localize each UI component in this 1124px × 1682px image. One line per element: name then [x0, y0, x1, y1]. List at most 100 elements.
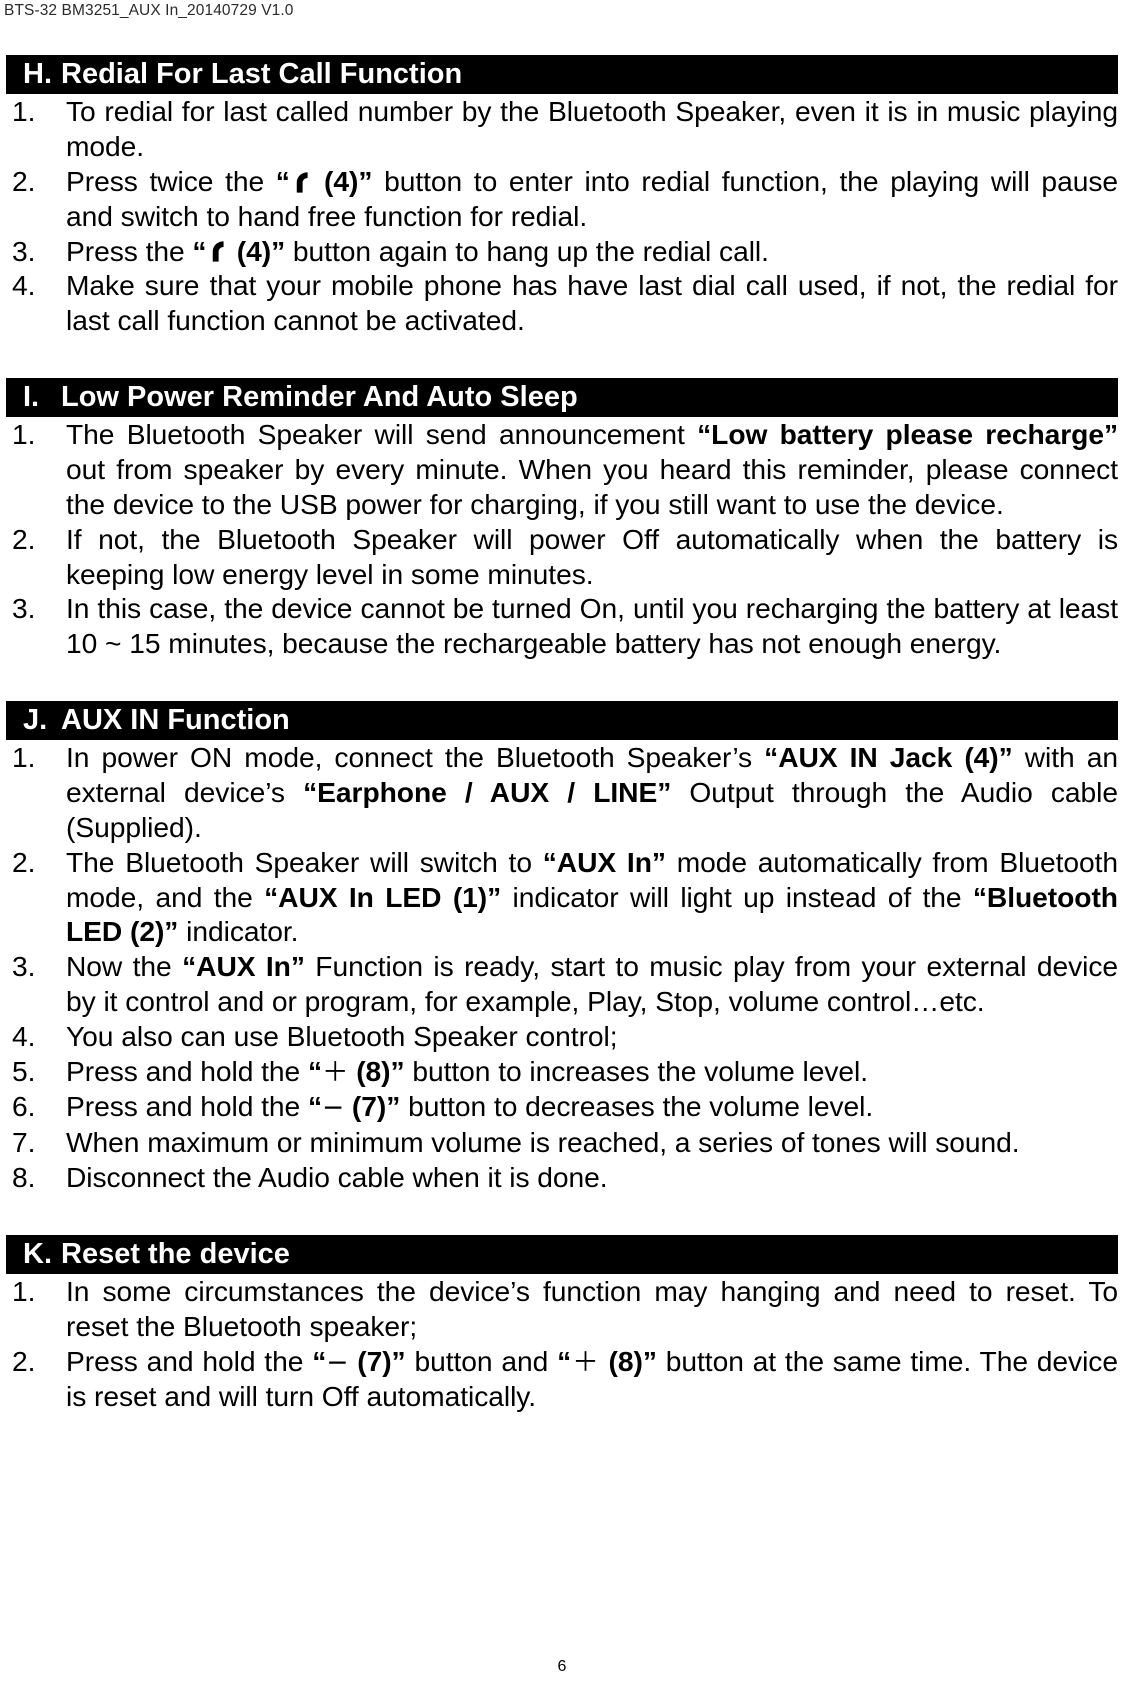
phone-handset-icon — [290, 171, 313, 194]
emphasis-text: “Earphone / AUX / LINE” — [303, 776, 672, 809]
section-header-bar: I. Low Power Reminder And Auto Sleep — [6, 378, 1118, 418]
section-item-list: 1. To redial for last called number by th… — [6, 94, 1118, 338]
body-text: Press twice the — [66, 164, 276, 197]
section-letter: I. — [23, 381, 40, 414]
body-text: indicator will light up instead of the — [501, 880, 973, 913]
list-item: 3. In this case, the device cannot be tur… — [6, 591, 1118, 661]
list-item: 3. Press the “ (4)” button again to hang … — [6, 234, 1118, 269]
section-letter: K. — [23, 1237, 52, 1270]
body-text: Press and hold the — [66, 1054, 308, 1087]
list-item: 7. When maximum or minimum volume is reac… — [6, 1125, 1118, 1160]
list-item: 4. You also can use Bluetooth Speaker con… — [6, 1019, 1118, 1054]
list-item: 2. The Bluetooth Speaker will switch to “… — [6, 845, 1118, 949]
body-text: indicator. — [178, 915, 299, 948]
body-text: If not, the Bluetooth Speaker will power… — [66, 522, 1118, 590]
body-text: You also can use Bluetooth Speaker contr… — [66, 1019, 618, 1052]
section-k: K. Reset the device 1. In some circumstance… — [6, 1234, 1118, 1414]
list-item-number: 4. — [12, 269, 36, 302]
emphasis-text: (4)” — [312, 164, 373, 197]
list-item-number: 2. — [12, 1344, 36, 1377]
section-h: H. Redial For Last Call Function 1. To redi… — [6, 55, 1118, 338]
list-item-number: 1. — [12, 741, 36, 774]
list-item: 1. To redial for last called number by th… — [6, 94, 1118, 164]
emphasis-text: (4)” — [229, 234, 286, 267]
list-item-number: 1. — [12, 418, 36, 451]
body-text: button and — [405, 1344, 558, 1377]
list-item-number: 3. — [12, 950, 36, 983]
emphasis-text: “ — [192, 234, 207, 267]
page-number: 6 — [557, 1658, 567, 1675]
emphasis-text: “AUX In” — [182, 950, 305, 983]
list-item-number: 3. — [12, 592, 36, 625]
body-text: button again to hang up the redial call. — [285, 234, 769, 267]
list-item-number: 1. — [12, 1275, 36, 1308]
section-header-bar: H. Redial For Last Call Function — [6, 55, 1118, 95]
section-j: J. AUX IN Function 1. In power ON mode, con… — [6, 701, 1118, 1195]
list-item: 1. The Bluetooth Speaker will send announ… — [6, 417, 1118, 521]
body-text: In this case, the device cannot be turne… — [66, 592, 1118, 660]
list-item: 2. Press twice the “ (4)” button to enter… — [6, 164, 1118, 234]
list-item: 1. In power ON mode, connect the Bluetoot… — [6, 740, 1118, 844]
list-item-number: 1. — [12, 95, 36, 128]
section-title: AUX IN Function — [61, 704, 290, 737]
emphasis-text: “ — [312, 1344, 327, 1377]
body-text: To redial for last called number by the … — [66, 95, 1118, 163]
button-symbol: − — [321, 1092, 345, 1124]
emphasis-text: “Low battery please recharge” — [697, 418, 1118, 451]
section-title: Reset the device — [61, 1237, 290, 1270]
body-text: Press the — [66, 234, 193, 267]
list-item-number: 7. — [12, 1126, 36, 1159]
body-text: The Bluetooth Speaker will send announce… — [66, 418, 698, 451]
emphasis-text: “ — [307, 1090, 322, 1123]
list-item-number: 4. — [12, 1019, 36, 1052]
section-item-list: 1. In power ON mode, connect the Bluetoot… — [6, 740, 1118, 1195]
emphasis-text: “AUX IN Jack (4)” — [764, 741, 1013, 774]
emphasis-text: “ — [557, 1344, 572, 1377]
emphasis-text: (7)” — [344, 1090, 401, 1123]
list-item: 5. Press and hold the “＋ (8)” button to i… — [6, 1054, 1118, 1090]
list-item-number: 2. — [12, 845, 36, 878]
section-item-list: 1. The Bluetooth Speaker will send announ… — [6, 417, 1118, 661]
list-item: 1. In some circumstances the device’s fun… — [6, 1274, 1118, 1344]
list-item-number: 2. — [12, 164, 36, 197]
emphasis-text: (8)” — [599, 1344, 657, 1377]
list-item: 4. Make sure that your mobile phone has h… — [6, 268, 1118, 338]
section-letter: H. — [23, 58, 52, 90]
list-item: 2. If not, the Bluetooth Speaker will pow… — [6, 522, 1118, 592]
body-text: button to decreases the volume level. — [400, 1090, 874, 1123]
section-header-bar: J. AUX IN Function — [6, 701, 1118, 741]
section-header-bar: K. Reset the device — [6, 1234, 1118, 1275]
body-text: Make sure that your mobile phone has hav… — [66, 269, 1118, 337]
emphasis-text: “AUX In” — [542, 845, 666, 878]
section-i: I. Low Power Reminder And Auto Sleep 1. The… — [6, 378, 1118, 661]
list-item-number: 3. — [12, 234, 36, 267]
document-page: BTS-32 BM3251_AUX In_20140729 V1.0 H. Red… — [0, 0, 1124, 1682]
list-item: 8. Disconnect the Audio cable when it is … — [6, 1160, 1118, 1195]
body-text: Press and hold the — [66, 1090, 308, 1123]
emphasis-text: (7)” — [348, 1344, 406, 1377]
body-text: The Bluetooth Speaker will switch to — [66, 845, 543, 878]
body-text: Now the — [66, 950, 183, 983]
button-symbol: ＋ — [571, 1346, 600, 1378]
button-symbol: ＋ — [321, 1056, 349, 1088]
button-symbol: − — [326, 1346, 349, 1378]
emphasis-text: “ — [275, 164, 290, 197]
emphasis-text: “ — [307, 1054, 322, 1087]
list-item: 6. Press and hold the “− (7)” button to d… — [6, 1089, 1118, 1125]
list-item-number: 5. — [12, 1054, 36, 1087]
document-header-label: BTS-32 BM3251_AUX In_20140729 V1.0 — [4, 2, 294, 19]
emphasis-text: (8)” — [348, 1054, 405, 1087]
body-text: Press and hold the — [66, 1344, 313, 1377]
body-text: Disconnect the Audio cable when it is do… — [66, 1161, 608, 1193]
list-item: 2. Press and hold the “− (7)” button and … — [6, 1344, 1118, 1415]
body-text: button to increases the volume level. — [404, 1054, 869, 1087]
document-content: H. Redial For Last Call Function 1. To redi… — [6, 55, 1118, 1414]
body-text: out from speaker by every minute. When y… — [66, 453, 1118, 520]
section-item-list: 1. In some circumstances the device’s fun… — [6, 1274, 1118, 1414]
phone-handset-icon — [206, 240, 229, 263]
body-text: In power ON mode, connect the Bluetooth … — [66, 741, 765, 774]
body-text: In some circumstances the device’s funct… — [66, 1275, 1118, 1342]
